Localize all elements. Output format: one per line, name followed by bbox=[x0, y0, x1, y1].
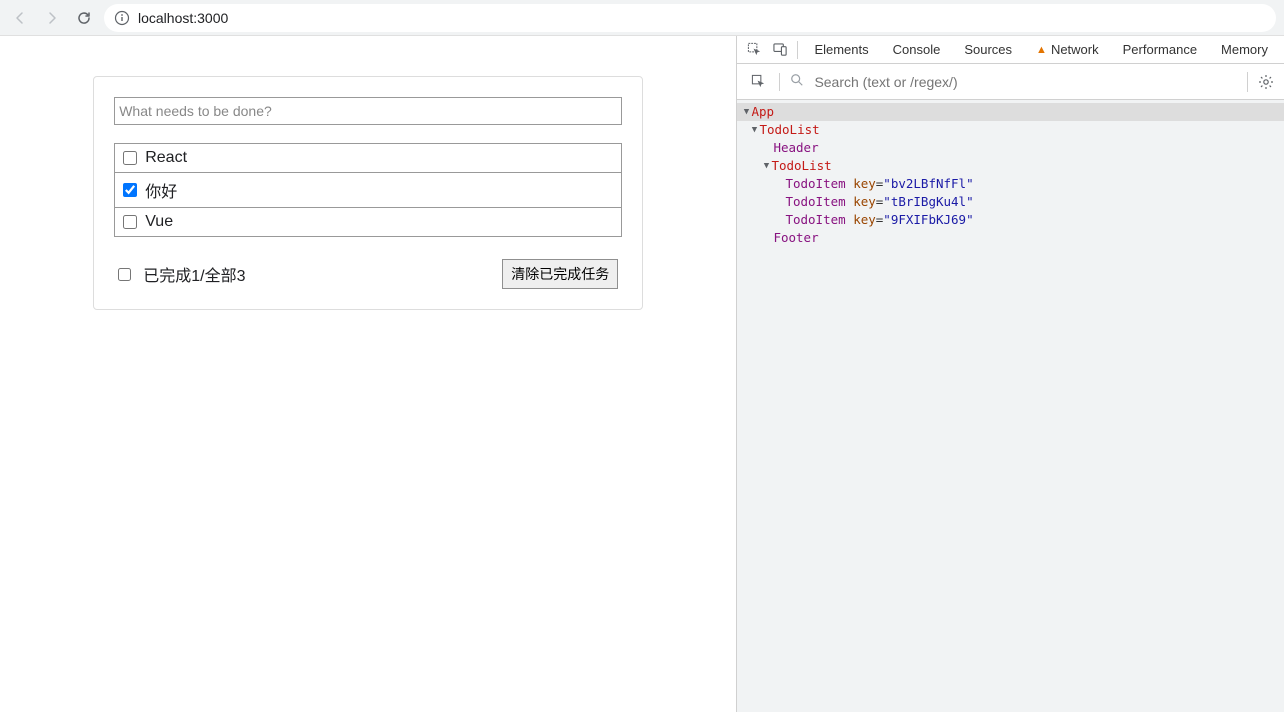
browser-toolbar: localhost:3000 bbox=[0, 0, 1284, 36]
component-tree: ▼ App ▼ TodoList Header ▼ TodoList TodoI… bbox=[737, 100, 1284, 712]
todo-label: 你好 bbox=[145, 178, 177, 202]
tree-value: "bv2LBfNfFl" bbox=[883, 175, 973, 193]
tree-key: key bbox=[853, 211, 876, 229]
url-bar[interactable]: localhost:3000 bbox=[104, 4, 1276, 32]
toggle-all-checkbox[interactable] bbox=[118, 268, 131, 281]
page-content: React 你好 Vue 已完成1/全部3 清除已完成任务 bbox=[0, 36, 736, 712]
tab-memory[interactable]: Memory bbox=[1211, 36, 1278, 63]
new-todo-input[interactable] bbox=[114, 97, 622, 125]
todo-label: Vue bbox=[145, 213, 173, 231]
tree-node-todoitem[interactable]: TodoItem key="tBrIBgKu4l" bbox=[737, 193, 1284, 211]
tab-console[interactable]: Console bbox=[883, 36, 951, 63]
devtools-tabs: Elements Console Sources ▲ Network Perfor… bbox=[737, 36, 1284, 64]
todo-list: React 你好 Vue bbox=[114, 143, 622, 237]
tab-label: Elements bbox=[814, 42, 868, 57]
todo-checkbox[interactable] bbox=[123, 151, 137, 165]
tab-performance[interactable]: Performance bbox=[1113, 36, 1207, 63]
tree-node-app[interactable]: ▼ App bbox=[737, 103, 1284, 121]
todo-app: React 你好 Vue 已完成1/全部3 清除已完成任务 bbox=[93, 76, 643, 310]
tree-node-header[interactable]: Header bbox=[737, 139, 1284, 157]
todo-item: Vue bbox=[115, 208, 621, 236]
tree-value: "tBrIBgKu4l" bbox=[883, 193, 973, 211]
tab-label: Performance bbox=[1123, 42, 1197, 57]
divider bbox=[797, 41, 798, 59]
info-icon bbox=[114, 10, 130, 26]
caret-down-icon: ▼ bbox=[749, 121, 759, 139]
todo-checkbox[interactable] bbox=[123, 215, 137, 229]
devtools-search-bar bbox=[737, 64, 1284, 100]
tab-network[interactable]: ▲ Network bbox=[1026, 36, 1109, 63]
tree-key: key bbox=[853, 193, 876, 211]
tab-label: Sources bbox=[964, 42, 1012, 57]
tree-label: TodoItem bbox=[785, 211, 845, 229]
tree-key: key bbox=[853, 175, 876, 193]
footer-status: 已完成1/全部3 bbox=[143, 262, 245, 286]
tree-label: TodoList bbox=[759, 121, 819, 139]
tree-label: TodoItem bbox=[785, 175, 845, 193]
search-icon bbox=[790, 73, 804, 90]
url-text: localhost:3000 bbox=[138, 10, 228, 26]
back-icon[interactable] bbox=[8, 6, 32, 30]
tree-node-footer[interactable]: Footer bbox=[737, 229, 1284, 247]
reload-icon[interactable] bbox=[72, 6, 96, 30]
tree-label: Footer bbox=[773, 229, 818, 247]
tab-label: Console bbox=[893, 42, 941, 57]
tree-label: Header bbox=[773, 139, 818, 157]
warning-icon: ▲ bbox=[1036, 44, 1047, 56]
todo-footer: 已完成1/全部3 清除已完成任务 bbox=[114, 259, 622, 289]
tree-node-todoitem[interactable]: TodoItem key="bv2LBfNfFl" bbox=[737, 175, 1284, 193]
tree-node-todolist[interactable]: ▼ TodoList bbox=[737, 157, 1284, 175]
device-toggle-icon[interactable] bbox=[769, 39, 791, 61]
tree-label: TodoItem bbox=[785, 193, 845, 211]
tab-label: Memory bbox=[1221, 42, 1268, 57]
select-element-icon[interactable] bbox=[747, 71, 769, 93]
tree-value: "9FXIFbKJ69" bbox=[883, 211, 973, 229]
tab-elements[interactable]: Elements bbox=[804, 36, 878, 63]
tab-label: Network bbox=[1051, 42, 1099, 57]
tree-label: TodoList bbox=[771, 157, 831, 175]
divider bbox=[779, 73, 780, 91]
tree-node-todolist[interactable]: ▼ TodoList bbox=[737, 121, 1284, 139]
todo-item: React bbox=[115, 144, 621, 173]
tree-label: App bbox=[751, 103, 774, 121]
gear-icon[interactable] bbox=[1247, 72, 1274, 92]
forward-icon[interactable] bbox=[40, 6, 64, 30]
todo-item: 你好 bbox=[115, 173, 621, 208]
todo-checkbox[interactable] bbox=[123, 183, 137, 197]
devtools-search-input[interactable] bbox=[814, 74, 1237, 90]
caret-down-icon: ▼ bbox=[741, 103, 751, 121]
tree-node-todoitem[interactable]: TodoItem key="9FXIFbKJ69" bbox=[737, 211, 1284, 229]
caret-down-icon: ▼ bbox=[761, 157, 771, 175]
todo-label: React bbox=[145, 149, 187, 167]
clear-completed-button[interactable]: 清除已完成任务 bbox=[502, 259, 618, 289]
inspect-icon[interactable] bbox=[743, 39, 765, 61]
tab-sources[interactable]: Sources bbox=[954, 36, 1022, 63]
devtools-panel: Elements Console Sources ▲ Network Perfor… bbox=[736, 36, 1284, 712]
